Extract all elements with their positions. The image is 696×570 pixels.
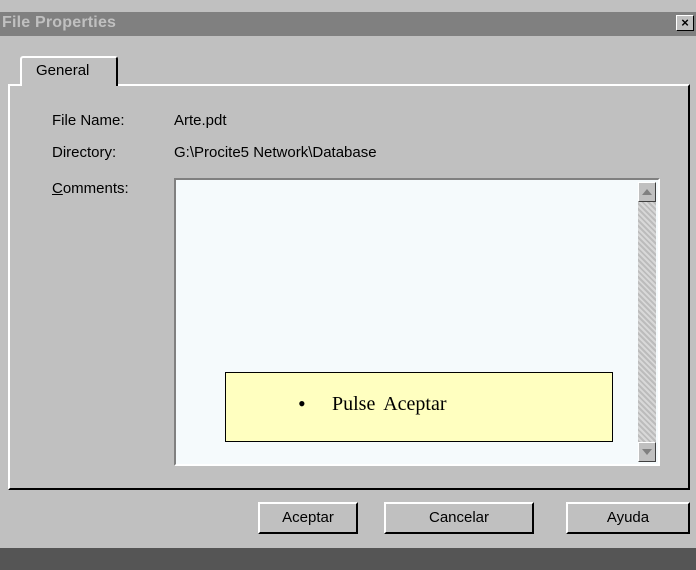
aceptar-button-label: Aceptar [282,509,334,526]
aceptar-button[interactable]: Aceptar [258,502,358,534]
ayuda-button[interactable]: Ayuda [566,502,690,534]
directory-value: G:\Procite5 Network\Database [174,144,377,161]
bullet-icon: • [298,391,306,416]
cancelar-button[interactable]: Cancelar [384,502,534,534]
tab-general-label: General [36,62,90,79]
scroll-down-button[interactable] [638,442,656,462]
comments-scrollbar[interactable] [638,182,656,462]
tab-general[interactable]: General [20,56,118,86]
bottom-bar [0,548,696,570]
file-name-label: File Name: [52,112,125,129]
callout-text: Pulse Aceptar [332,393,447,415]
window-title: File Properties [2,14,117,31]
title-bar: File Properties × [0,12,696,36]
comments-label-accelerator: C [52,180,63,197]
instruction-callout: • Pulse Aceptar [225,372,613,442]
close-icon: × [681,15,689,30]
file-name-value: Arte.pdt [174,112,227,129]
comments-label-text: omments: [62,180,129,197]
cancelar-button-label: Cancelar [428,509,490,526]
arrow-up-icon [642,189,652,195]
scroll-up-button[interactable] [638,182,656,202]
directory-label: Directory: [52,144,117,161]
close-button[interactable]: × [676,15,694,31]
arrow-down-icon [642,449,652,455]
comments-label: Comments: [52,180,129,197]
ayuda-button-label: Ayuda [606,509,650,526]
